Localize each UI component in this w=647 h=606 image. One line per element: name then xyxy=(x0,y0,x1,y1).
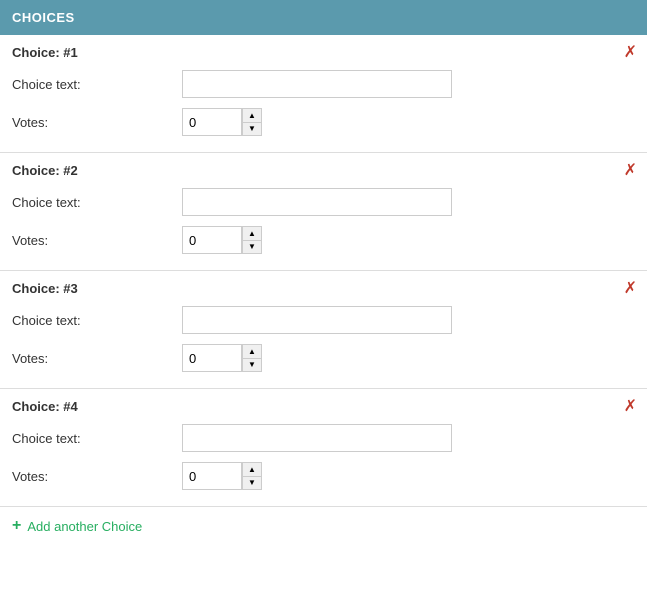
votes-increment-4[interactable]: ▲ xyxy=(242,462,262,476)
remove-choice-3-button[interactable]: ✗ xyxy=(624,281,637,297)
votes-label-4: Votes: xyxy=(12,469,182,484)
choices-container: Choice: #1 ✗ Choice text: Votes: ▲ ▼ Cho… xyxy=(0,35,647,507)
choice-text-label-1: Choice text: xyxy=(12,77,182,92)
choices-header: CHOICES xyxy=(0,0,647,35)
votes-decrement-1[interactable]: ▼ xyxy=(242,122,262,136)
header-title: CHOICES xyxy=(12,10,75,25)
remove-choice-4-button[interactable]: ✗ xyxy=(624,399,637,415)
choice-text-input-1[interactable] xyxy=(182,70,452,98)
votes-row-3: Votes: ▲ ▼ xyxy=(12,344,635,372)
add-choice-row: + Add another Choice xyxy=(0,507,647,545)
add-icon: + xyxy=(12,517,21,535)
remove-choice-2-button[interactable]: ✗ xyxy=(624,163,637,179)
votes-input-4[interactable] xyxy=(182,462,242,490)
votes-input-2[interactable] xyxy=(182,226,242,254)
votes-field-group-4: ▲ ▼ xyxy=(182,462,262,490)
choice-block-2: Choice: #2 ✗ Choice text: Votes: ▲ ▼ xyxy=(0,153,647,271)
votes-row-4: Votes: ▲ ▼ xyxy=(12,462,635,490)
votes-label-3: Votes: xyxy=(12,351,182,366)
votes-spinner-1: ▲ ▼ xyxy=(242,108,262,136)
votes-row-1: Votes: ▲ ▼ xyxy=(12,108,635,136)
votes-input-1[interactable] xyxy=(182,108,242,136)
choice-text-input-2[interactable] xyxy=(182,188,452,216)
choice-text-row-1: Choice text: xyxy=(12,70,635,98)
choice-text-row-4: Choice text: xyxy=(12,424,635,452)
remove-choice-1-button[interactable]: ✗ xyxy=(624,45,637,61)
votes-input-3[interactable] xyxy=(182,344,242,372)
choice-block-4: Choice: #4 ✗ Choice text: Votes: ▲ ▼ xyxy=(0,389,647,507)
votes-decrement-2[interactable]: ▼ xyxy=(242,240,262,254)
votes-increment-2[interactable]: ▲ xyxy=(242,226,262,240)
choice-text-input-3[interactable] xyxy=(182,306,452,334)
votes-spinner-2: ▲ ▼ xyxy=(242,226,262,254)
choice-text-input-4[interactable] xyxy=(182,424,452,452)
votes-label-2: Votes: xyxy=(12,233,182,248)
choice-title-4: Choice: #4 xyxy=(12,399,635,414)
votes-field-group-2: ▲ ▼ xyxy=(182,226,262,254)
choice-block-3: Choice: #3 ✗ Choice text: Votes: ▲ ▼ xyxy=(0,271,647,389)
choice-title-3: Choice: #3 xyxy=(12,281,635,296)
votes-increment-1[interactable]: ▲ xyxy=(242,108,262,122)
votes-spinner-3: ▲ ▼ xyxy=(242,344,262,372)
choice-block-1: Choice: #1 ✗ Choice text: Votes: ▲ ▼ xyxy=(0,35,647,153)
choice-text-label-4: Choice text: xyxy=(12,431,182,446)
votes-spinner-4: ▲ ▼ xyxy=(242,462,262,490)
choice-text-row-3: Choice text: xyxy=(12,306,635,334)
choice-text-label-3: Choice text: xyxy=(12,313,182,328)
choice-title-2: Choice: #2 xyxy=(12,163,635,178)
votes-increment-3[interactable]: ▲ xyxy=(242,344,262,358)
votes-field-group-1: ▲ ▼ xyxy=(182,108,262,136)
choice-text-row-2: Choice text: xyxy=(12,188,635,216)
add-another-choice-button[interactable]: Add another Choice xyxy=(27,519,142,534)
votes-label-1: Votes: xyxy=(12,115,182,130)
choice-title-1: Choice: #1 xyxy=(12,45,635,60)
votes-row-2: Votes: ▲ ▼ xyxy=(12,226,635,254)
votes-decrement-3[interactable]: ▼ xyxy=(242,358,262,372)
choice-text-label-2: Choice text: xyxy=(12,195,182,210)
votes-decrement-4[interactable]: ▼ xyxy=(242,476,262,490)
votes-field-group-3: ▲ ▼ xyxy=(182,344,262,372)
